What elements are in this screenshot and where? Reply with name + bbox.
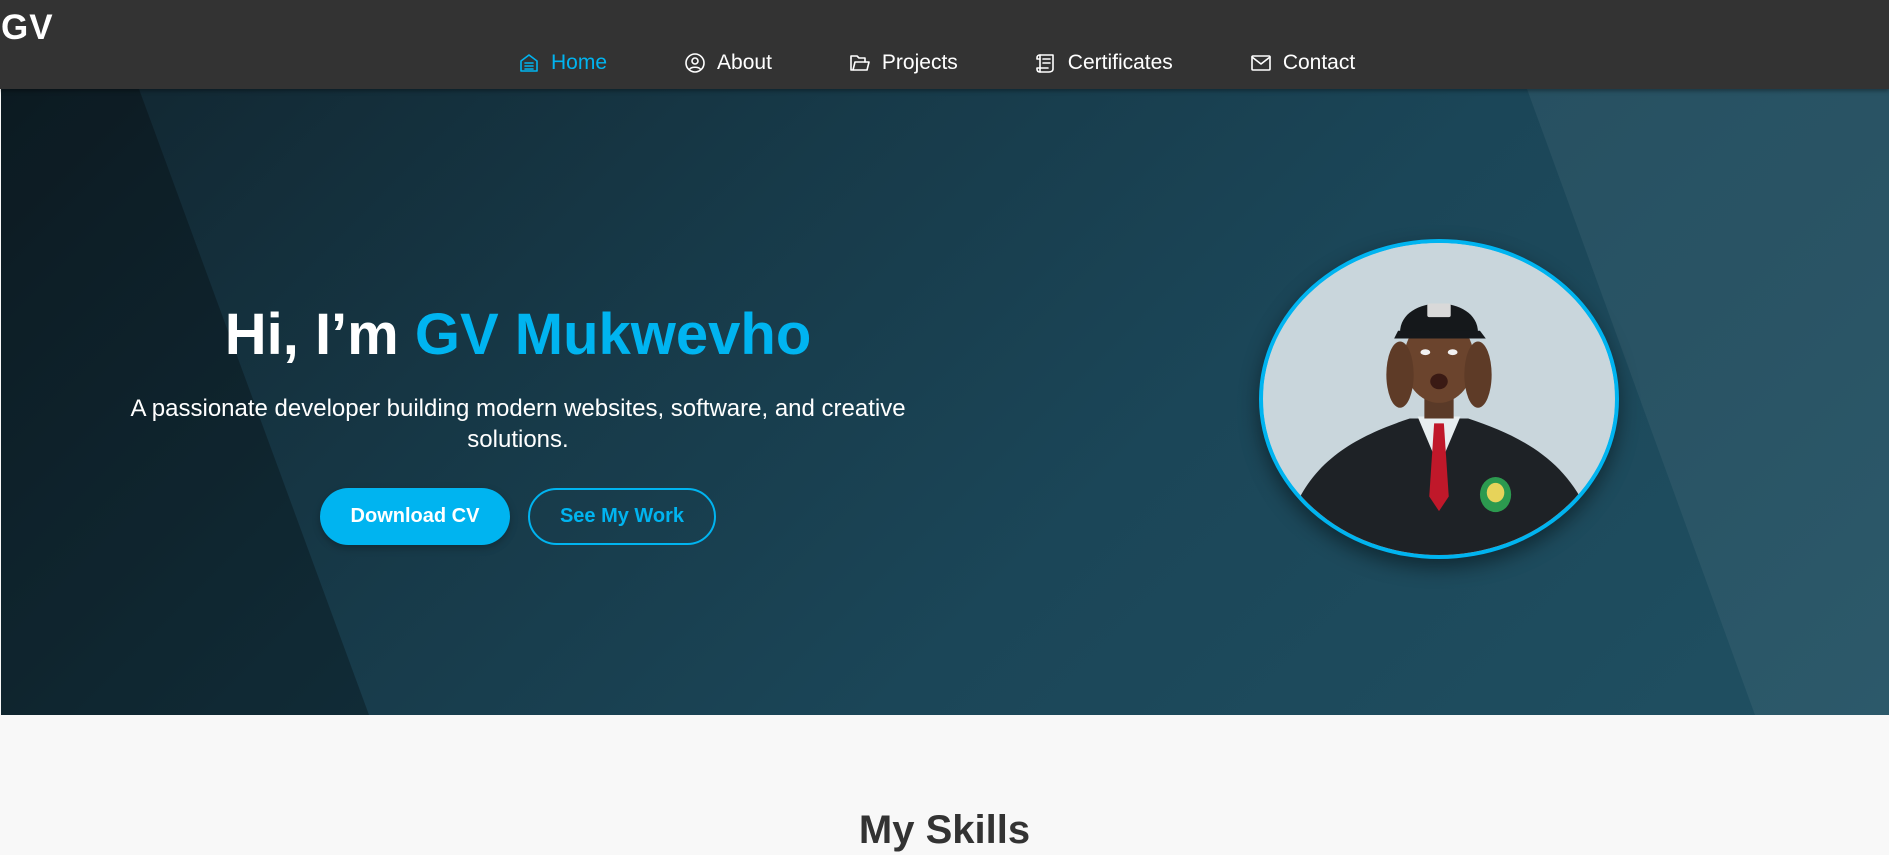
nav-label-about: About [717,51,772,74]
hero-name: GV Mukwevho [414,302,812,367]
nav-label-certificates: Certificates [1067,51,1173,74]
hero-section: Hi, I’m GV Mukwevho A passionate develop… [1,89,1889,715]
nav-label-home: Home [551,51,608,74]
navbar: GV Home About Projects Certificates Cont… [0,0,1889,89]
nav-item-certificates[interactable]: Certificates [1034,51,1173,75]
logo[interactable]: GV [1,8,54,48]
scroll-icon [1035,54,1054,73]
profile-avatar [1259,239,1619,559]
nav-item-about[interactable]: About [683,51,772,75]
hero-title: Hi, I’m GV Mukwevho [1,301,1035,368]
home-icon [520,54,538,72]
folder-icon [850,55,870,71]
nav-item-projects[interactable]: Projects [848,51,958,75]
skills-section-title: My Skills [858,808,1031,852]
mail-icon [1251,55,1271,71]
see-my-work-button[interactable]: See My Work [528,488,716,545]
nav-label-projects: Projects [881,51,958,74]
profile-photo [1263,243,1615,555]
nav-label-contact: Contact [1282,51,1356,74]
nav-item-home[interactable]: Home [517,51,607,75]
hero-greeting: Hi, I’m [224,302,415,367]
nav-links: Home About Projects Certificates Contact [517,48,1355,78]
user-circle-icon [685,53,705,73]
hero-subtitle: A passionate developer building modern w… [130,395,906,453]
nav-item-contact[interactable]: Contact [1249,51,1355,75]
download-cv-button[interactable]: Download CV [320,488,510,545]
